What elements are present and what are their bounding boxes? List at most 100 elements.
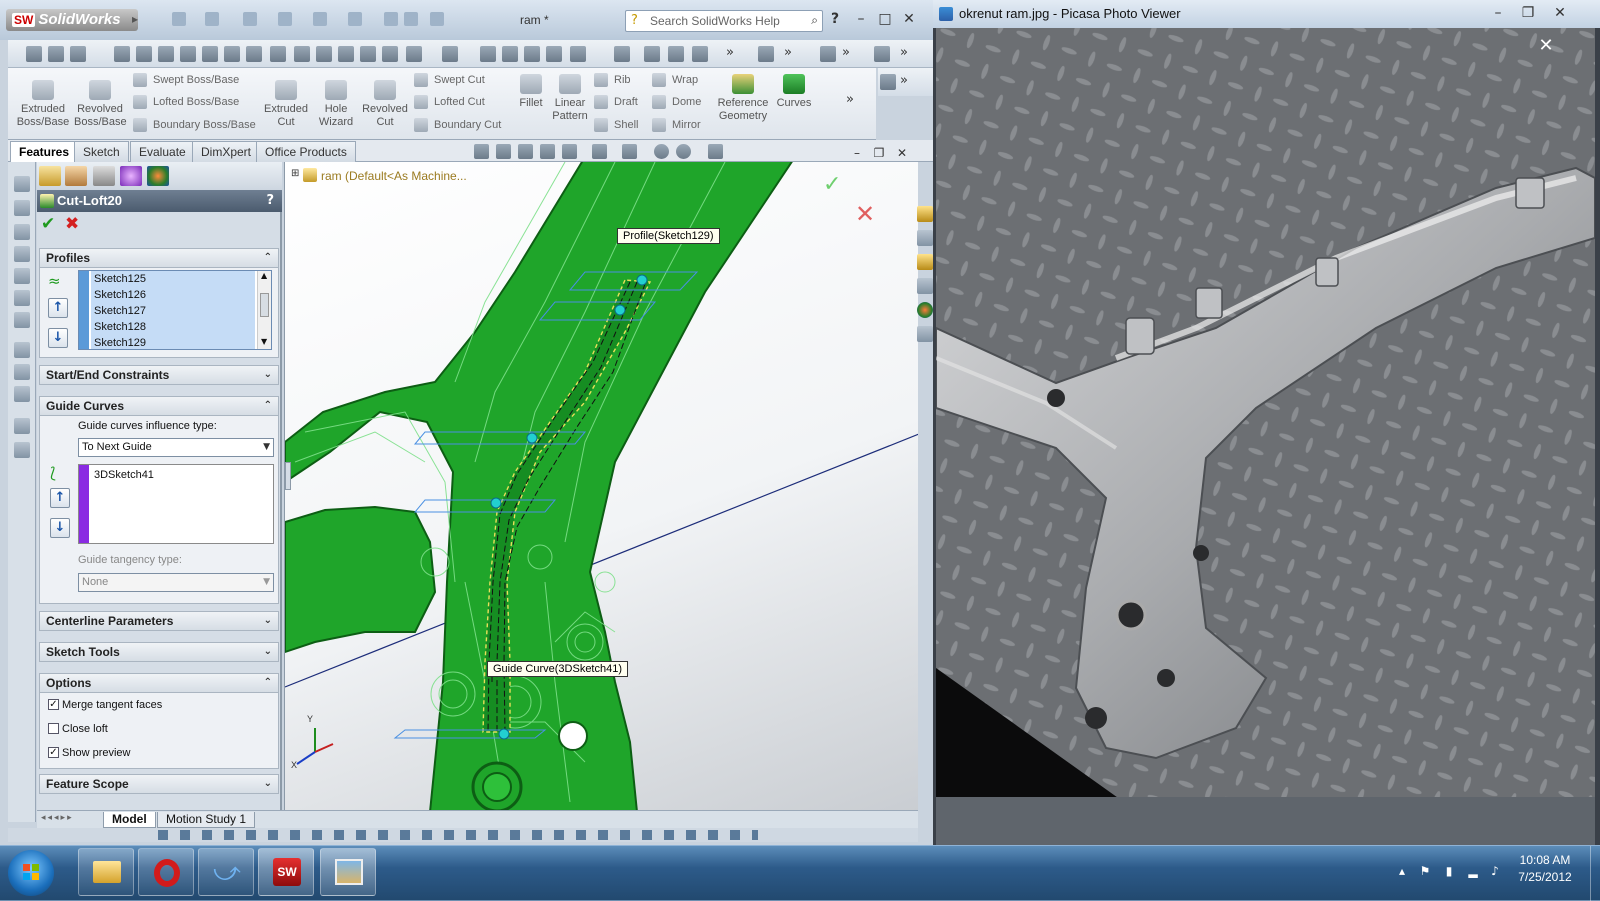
configuration-manager-tab-icon[interactable]: [93, 166, 115, 186]
taskbar-picasa-button[interactable]: [320, 848, 376, 896]
toolbar-tool-icon[interactable]: [546, 46, 562, 62]
toolbar-tool-icon[interactable]: [382, 46, 398, 62]
list-item[interactable]: Sketch127: [91, 303, 255, 319]
dimxpert-manager-tab-icon[interactable]: [120, 166, 142, 186]
draft-button[interactable]: Draft: [594, 94, 638, 110]
lofted-boss-button[interactable]: Lofted Boss/Base: [133, 94, 239, 110]
toolbar-overflow-icon[interactable]: »: [900, 73, 908, 88]
toolbar-tool-icon[interactable]: [338, 46, 354, 62]
taskbar-solidworks-button[interactable]: SW: [258, 848, 314, 896]
toolbar-tool-icon[interactable]: [48, 46, 64, 62]
taskbar-explorer-button[interactable]: [78, 848, 134, 896]
menu-expand-icon[interactable]: ▸: [132, 12, 138, 26]
toolbar-tool-icon[interactable]: [360, 46, 376, 62]
shell-button[interactable]: Shell: [594, 117, 638, 133]
view-orientation-icon[interactable]: [562, 144, 577, 159]
ok-check-icon[interactable]: ✔: [41, 214, 55, 234]
toolbar-tool-icon[interactable]: [14, 342, 30, 358]
show-preview-checkbox[interactable]: ✓: [48, 747, 59, 758]
undo-icon[interactable]: [313, 12, 327, 26]
toolbar-tool-icon[interactable]: [14, 312, 30, 328]
dome-button[interactable]: Dome: [652, 94, 701, 110]
move-up-button[interactable]: ↑: [48, 298, 68, 318]
doc-minimize-icon[interactable]: –: [848, 144, 866, 162]
toolbar-tool-icon[interactable]: [880, 74, 896, 90]
photo-close-icon[interactable]: ✕: [1536, 36, 1556, 56]
toolbar-tool-icon[interactable]: [14, 418, 30, 434]
start-end-constraints-header[interactable]: Start/End Constraints ⌄: [39, 365, 279, 385]
expand-icon[interactable]: ⌄: [264, 366, 272, 384]
scroll-thumb[interactable]: [260, 293, 269, 317]
tree-expand-icon[interactable]: ⊞: [291, 168, 299, 179]
picasa-minimize-icon[interactable]: –: [1489, 4, 1507, 22]
list-item[interactable]: Sketch128: [91, 319, 255, 335]
toolbar-tool-icon[interactable]: [136, 46, 152, 62]
swept-cut-button[interactable]: Swept Cut: [414, 72, 485, 88]
toolbar-tool-icon[interactable]: [480, 46, 496, 62]
confirm-check-icon[interactable]: ✓: [823, 172, 841, 197]
doc-close-icon[interactable]: ✕: [893, 144, 911, 162]
curves-button[interactable]: Curves: [772, 74, 816, 110]
start-button[interactable]: [8, 850, 54, 896]
collapse-icon[interactable]: ⌃: [264, 674, 272, 692]
merge-tangent-faces-checkbox[interactable]: ✓: [48, 699, 59, 710]
close-loft-checkbox[interactable]: [48, 723, 59, 734]
open-document-icon[interactable]: [205, 12, 219, 26]
feature-manager-tab-icon[interactable]: [39, 166, 61, 186]
tree-root-label[interactable]: ram (Default<As Machine...: [321, 169, 467, 183]
toolbar-tool-icon[interactable]: [14, 364, 30, 380]
edit-appearance-icon[interactable]: [654, 144, 669, 159]
lofted-cut-button[interactable]: Lofted Cut: [414, 94, 485, 110]
reference-geometry-button[interactable]: Reference Geometry: [711, 74, 775, 123]
custom-properties-icon[interactable]: [917, 326, 933, 342]
collapse-icon[interactable]: ⌃: [264, 397, 272, 415]
guide-curves-header[interactable]: Guide Curves ⌃: [39, 396, 279, 416]
toolbar-tool-icon[interactable]: [614, 46, 630, 62]
toolbar-tool-icon[interactable]: [874, 46, 890, 62]
toolbar-tool-icon[interactable]: [758, 46, 774, 62]
search-icon[interactable]: ⌕: [811, 13, 818, 28]
toolbar-tool-icon[interactable]: [70, 46, 86, 62]
tab-motion-study-1[interactable]: Motion Study 1: [157, 812, 256, 828]
toolbar-tool-icon[interactable]: [14, 442, 30, 458]
view-palette-icon[interactable]: [917, 278, 933, 294]
maximize-icon[interactable]: □: [876, 10, 894, 28]
show-hidden-icons[interactable]: ▴: [1395, 864, 1409, 878]
expand-icon[interactable]: ⌄: [264, 775, 272, 793]
display-manager-tab-icon[interactable]: [147, 166, 169, 186]
solidworks-menu-button[interactable]: SW SolidWorks: [6, 9, 138, 31]
toolbar-tool-icon[interactable]: [270, 46, 286, 62]
guide-move-up-button[interactable]: ↑: [50, 488, 70, 508]
view-settings-icon[interactable]: [708, 144, 723, 159]
close-icon[interactable]: ✕: [900, 10, 918, 28]
toolbar-overflow-icon[interactable]: »: [784, 45, 792, 60]
move-down-button[interactable]: ↓: [48, 328, 68, 348]
help-menu-icon[interactable]: ?: [826, 10, 844, 28]
picasa-close-icon[interactable]: ✕: [1551, 4, 1569, 22]
zoom-to-area-icon[interactable]: [496, 144, 511, 159]
previous-view-icon[interactable]: [518, 144, 533, 159]
zoom-to-fit-icon[interactable]: [474, 144, 489, 159]
display-style-icon[interactable]: [592, 144, 607, 159]
linear-pattern-button[interactable]: Linear Pattern: [548, 74, 592, 123]
photo-display[interactable]: [936, 28, 1595, 825]
rib-button[interactable]: Rib: [594, 72, 631, 88]
toolbar-tool-icon[interactable]: [224, 46, 240, 62]
network-icon[interactable]: ▂: [1466, 864, 1480, 878]
toolbar-tool-icon[interactable]: [158, 46, 174, 62]
extruded-boss-button[interactable]: Extruded Boss/Base: [12, 80, 74, 129]
save-icon[interactable]: [243, 12, 257, 26]
toolbar-overflow-icon[interactable]: »: [842, 45, 850, 60]
cancel-x-icon[interactable]: ✖: [65, 214, 79, 234]
scrollbar[interactable]: ▲ ▼: [257, 271, 271, 349]
wrap-button[interactable]: Wrap: [652, 72, 698, 88]
hide-show-items-icon[interactable]: [622, 144, 637, 159]
select-icon[interactable]: [348, 12, 362, 26]
help-icon[interactable]: ?: [266, 190, 274, 212]
hole-wizard-button[interactable]: Hole Wizard: [314, 80, 358, 129]
centerline-parameters-header[interactable]: Centerline Parameters ⌄: [39, 611, 279, 631]
toolbar-tool-icon[interactable]: [820, 46, 836, 62]
boundary-boss-button[interactable]: Boundary Boss/Base: [133, 117, 256, 133]
scroll-down-icon[interactable]: ▼: [261, 337, 267, 346]
collapse-icon[interactable]: ⌃: [264, 249, 272, 267]
